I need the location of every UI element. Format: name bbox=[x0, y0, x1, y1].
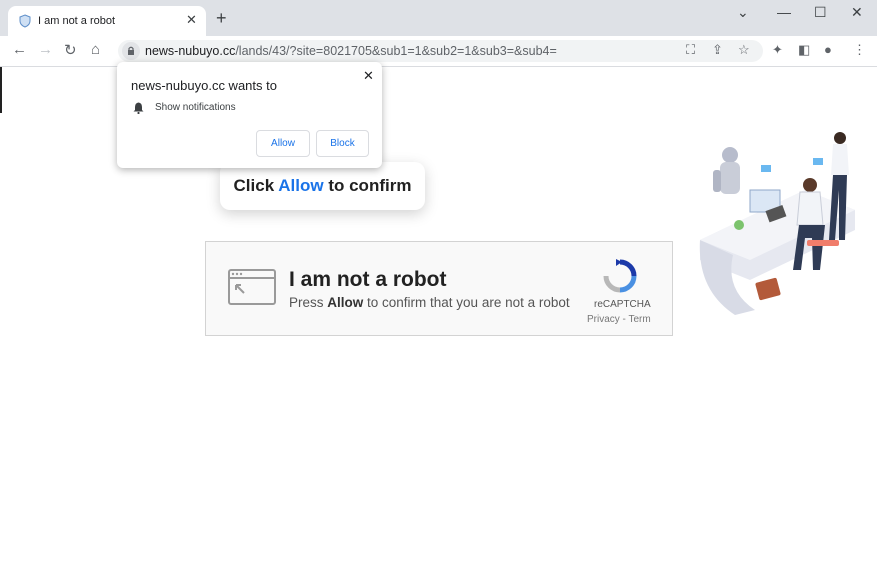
minimize-icon[interactable]: — bbox=[777, 4, 791, 20]
url-text[interactable]: news-nubuyo.cc/lands/43/?site=8021705&su… bbox=[145, 44, 557, 58]
notification-permission-prompt: news-nubuyo.cc wants to ✕ Show notificat… bbox=[117, 62, 382, 168]
office-robot-illustration bbox=[699, 132, 855, 315]
translate-icon[interactable]: ⛶ bbox=[686, 42, 695, 58]
tab-strip: I am not a robot ✕ + ⌄ — ☐ ✕ bbox=[0, 0, 877, 36]
browser-window-icon bbox=[228, 269, 276, 305]
left-edge-divider bbox=[0, 67, 2, 113]
tab-search-chevron-icon[interactable]: ⌄ bbox=[737, 4, 749, 21]
robot-shield-icon bbox=[19, 14, 31, 28]
tab-title: I am not a robot bbox=[38, 15, 116, 27]
home-icon[interactable]: ⌂ bbox=[91, 41, 100, 58]
click-allow-banner: Click Allow to confirm bbox=[220, 162, 425, 210]
forward-icon[interactable]: → bbox=[38, 41, 53, 58]
tab-close-icon[interactable]: ✕ bbox=[186, 12, 197, 28]
share-icon[interactable]: ⇪ bbox=[712, 42, 723, 58]
recaptcha-logo-icon bbox=[603, 259, 637, 293]
side-panel-icon[interactable]: ◧ bbox=[798, 42, 810, 58]
url-host: news-nubuyo.cc bbox=[145, 44, 236, 58]
recaptcha-privacy-terms[interactable]: Privacy - Term bbox=[587, 314, 651, 325]
browser-window: I am not a robot ✕ + ⌄ — ☐ ✕ ← → ↻ ⌂ new… bbox=[0, 0, 877, 566]
menu-kebab-icon[interactable]: ⋮ bbox=[853, 42, 866, 58]
block-button[interactable]: Block bbox=[316, 130, 369, 157]
captcha-sub-prefix: Press bbox=[289, 295, 328, 310]
banner-allow-word: Allow bbox=[278, 176, 324, 195]
lock-icon[interactable] bbox=[122, 42, 140, 60]
prompt-title: news-nubuyo.cc wants to bbox=[131, 78, 277, 93]
url-path: /lands/43/?site=8021705&sub1=1&sub2=1&su… bbox=[235, 44, 557, 58]
prompt-close-icon[interactable]: ✕ bbox=[363, 68, 374, 84]
new-tab-icon[interactable]: + bbox=[216, 9, 227, 27]
prompt-permission-text: Show notifications bbox=[155, 102, 236, 113]
allow-button[interactable]: Allow bbox=[256, 130, 310, 157]
banner-prefix: Click bbox=[233, 176, 279, 195]
banner-suffix: to confirm bbox=[323, 176, 412, 195]
captcha-title: I am not a robot bbox=[289, 268, 447, 291]
reload-icon[interactable]: ↻ bbox=[64, 41, 77, 59]
profile-avatar-icon[interactable]: ● bbox=[824, 42, 832, 57]
bookmark-star-icon[interactable]: ☆ bbox=[738, 42, 750, 58]
maximize-icon[interactable]: ☐ bbox=[814, 4, 827, 21]
address-bar[interactable]: news-nubuyo.cc/lands/43/?site=8021705&su… bbox=[118, 40, 763, 62]
recaptcha-brand: reCAPTCHA bbox=[594, 299, 651, 310]
close-icon[interactable]: ✕ bbox=[851, 4, 863, 21]
back-icon[interactable]: ← bbox=[12, 41, 27, 58]
fake-captcha-box: I am not a robot Press Allow to confirm … bbox=[205, 241, 673, 336]
captcha-sub-bold: Allow bbox=[327, 295, 364, 310]
extensions-icon[interactable]: ✦ bbox=[772, 42, 783, 58]
bell-icon bbox=[133, 102, 144, 114]
active-tab[interactable]: I am not a robot ✕ bbox=[8, 6, 206, 36]
captcha-sub-suffix: to confirm that you are not a robot bbox=[363, 295, 570, 310]
captcha-subtitle: Press Allow to confirm that you are not … bbox=[289, 295, 570, 310]
